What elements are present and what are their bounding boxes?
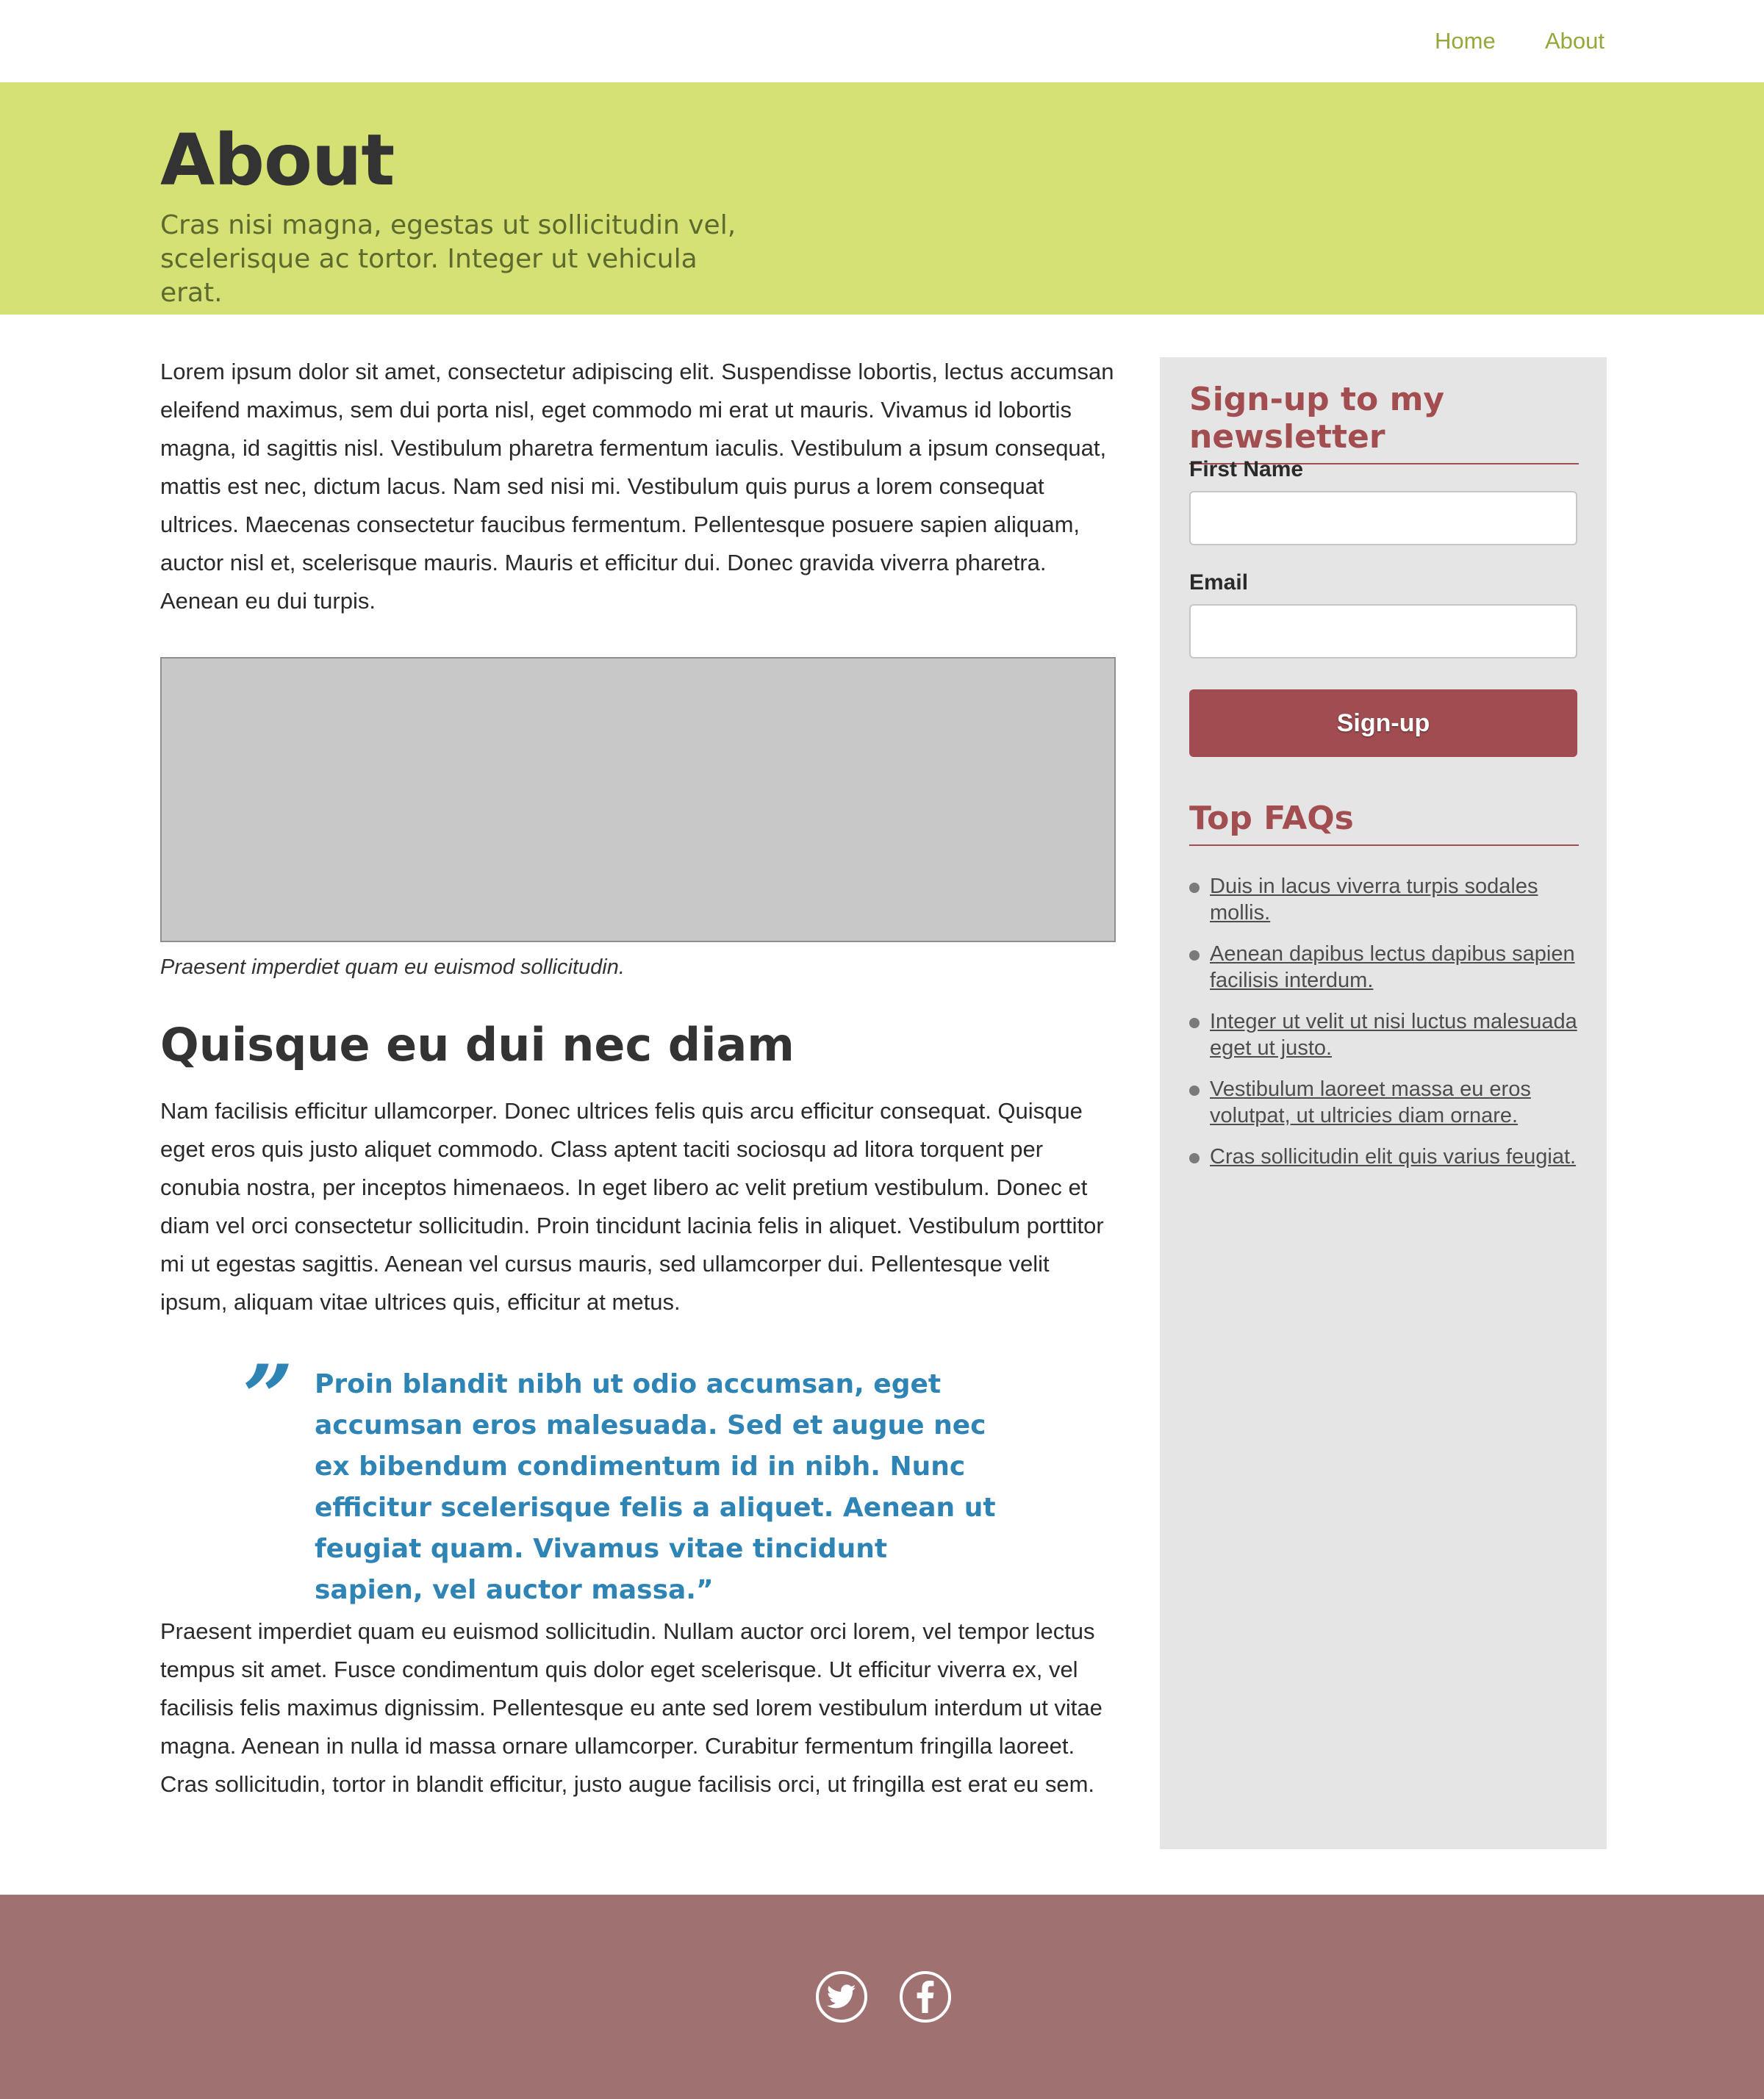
- sidebar: Sign-up to my newsletter First Name Emai…: [1160, 357, 1607, 1849]
- image-caption: Praesent imperdiet quam eu euismod solli…: [160, 955, 625, 979]
- faq-link[interactable]: Duis in lacus viverra turpis sodales mol…: [1210, 875, 1538, 925]
- top-navigation: Home About: [0, 0, 1764, 82]
- facebook-f-icon: [917, 1981, 934, 2013]
- first-name-input[interactable]: [1189, 491, 1577, 545]
- email-label: Email: [1189, 570, 1249, 595]
- section-heading: Quisque eu dui nec diam: [160, 1018, 795, 1072]
- quote-mark-icon: ”: [243, 1346, 294, 1449]
- intro-paragraph: Lorem ipsum dolor sit amet, consectetur …: [160, 359, 1114, 614]
- closing-paragraph: Praesent imperdiet quam eu euismod solli…: [160, 1618, 1102, 1797]
- faq-link[interactable]: Cras sollicitudin elit quis varius feugi…: [1210, 1145, 1576, 1169]
- twitter-bird-icon: [827, 1984, 856, 2009]
- newsletter-title: Sign-up to my newsletter: [1189, 381, 1579, 464]
- faq-item: Cras sollicitudin elit quis varius feugi…: [1189, 1144, 1579, 1170]
- page-hero: About Cras nisi magna, egestas ut sollic…: [0, 82, 1764, 315]
- pull-quote: Proin blandit nibh ut odio accumsan, ege…: [315, 1369, 996, 1605]
- faq-list: Duis in lacus viverra turpis sodales mol…: [1189, 873, 1579, 1185]
- nav-link-home[interactable]: Home: [1435, 28, 1496, 54]
- nav-link-about[interactable]: About: [1545, 28, 1605, 54]
- twitter-icon[interactable]: [816, 1971, 867, 2023]
- faq-item: Vestibulum laoreet massa eu eros volutpa…: [1189, 1076, 1579, 1129]
- first-name-label: First Name: [1189, 457, 1304, 481]
- page-title: About: [160, 119, 395, 201]
- faq-link[interactable]: Aenean dapibus lectus dapibus sapien fac…: [1210, 942, 1575, 992]
- faq-title: Top FAQs: [1189, 800, 1579, 846]
- faq-item: Integer ut velit ut nisi luctus malesuad…: [1189, 1008, 1579, 1061]
- page-footer: [0, 1895, 1764, 2099]
- facebook-icon[interactable]: [900, 1971, 951, 2023]
- faq-item: Duis in lacus viverra turpis sodales mol…: [1189, 873, 1579, 926]
- faq-link[interactable]: Vestibulum laoreet massa eu eros volutpa…: [1210, 1077, 1531, 1127]
- page-subtitle: Cras nisi magna, egestas ut sollicitudin…: [160, 210, 736, 308]
- faq-item: Aenean dapibus lectus dapibus sapien fac…: [1189, 941, 1579, 994]
- image-placeholder: [160, 657, 1116, 942]
- signup-button[interactable]: Sign-up: [1189, 689, 1577, 757]
- email-input[interactable]: [1189, 604, 1577, 659]
- faq-link[interactable]: Integer ut velit ut nisi luctus malesuad…: [1210, 1010, 1577, 1060]
- section-paragraph: Nam facilisis efficitur ullamcorper. Don…: [160, 1098, 1104, 1315]
